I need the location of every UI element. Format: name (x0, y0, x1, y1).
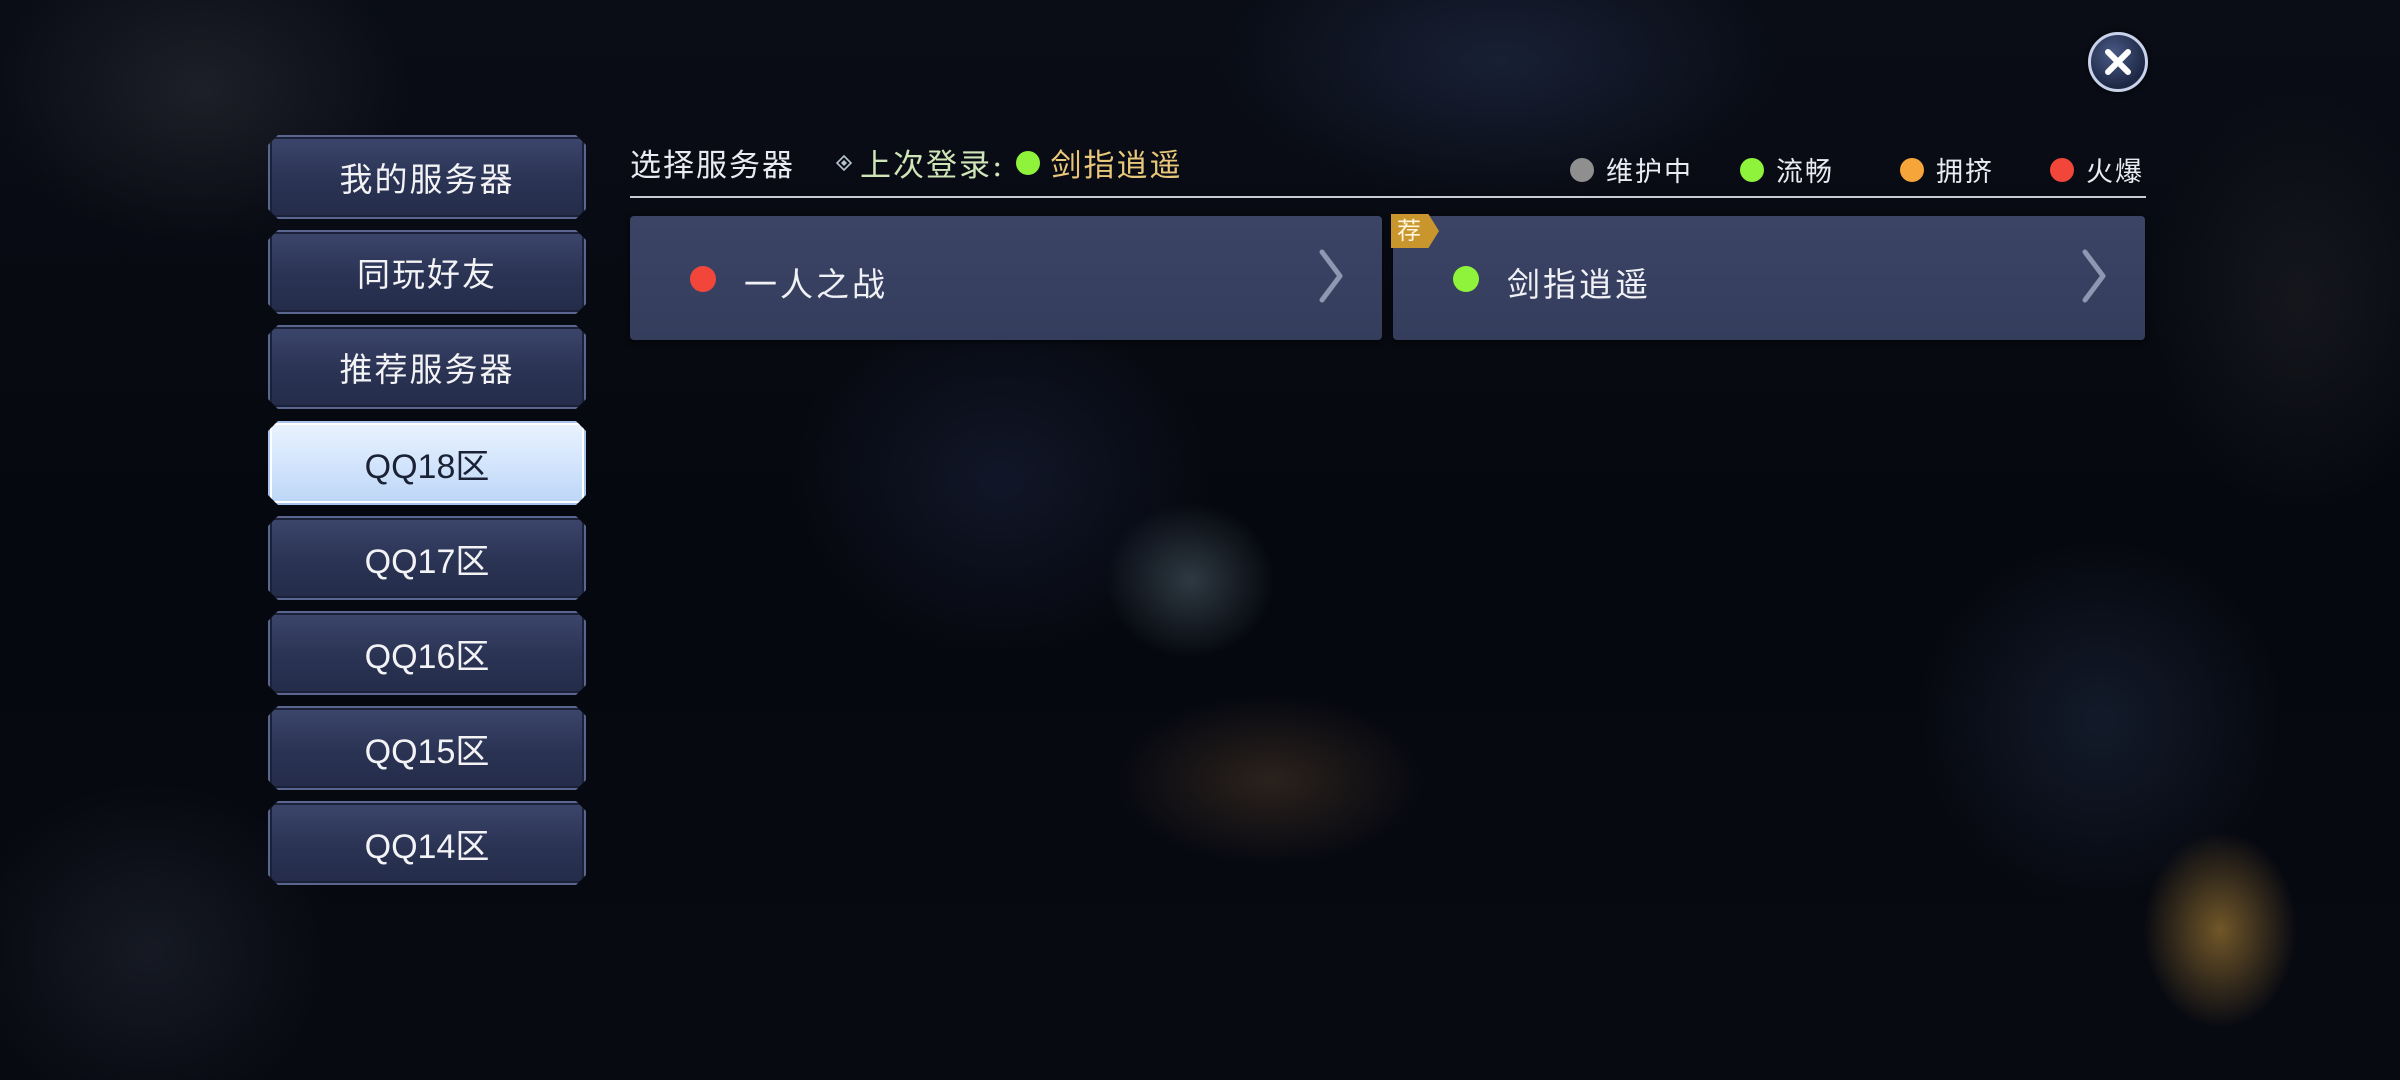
sidebar-item-label: 我的服务器 (339, 160, 515, 199)
sidebar-item-my-servers[interactable]: 我的服务器 (268, 135, 586, 219)
status-dot-icon (1453, 266, 1479, 292)
legend-label: 拥挤 (1936, 157, 1994, 188)
status-dot-icon (1900, 157, 1924, 182)
sidebar-item-qq15[interactable]: QQ15区 (268, 706, 586, 790)
legend-label: 火爆 (2086, 157, 2144, 188)
server-name: 一人之战 (744, 265, 888, 304)
chevron-right-icon (1319, 249, 1343, 303)
legend-item-smooth: 流畅 (1740, 150, 1834, 189)
sidebar-item-qq18[interactable]: QQ18区 (268, 421, 586, 505)
status-dot-icon (2050, 157, 2074, 182)
sidebar-item-label: QQ15区 (364, 732, 490, 771)
diamond-icon (836, 154, 852, 171)
sidebar-item-label: 推荐服务器 (339, 350, 515, 389)
sidebar-item-qq14[interactable]: QQ14区 (268, 801, 586, 885)
status-dot-icon (1016, 150, 1041, 175)
sidebar-item-friends[interactable]: 同玩好友 (268, 230, 586, 314)
chevron-right-icon (2082, 249, 2106, 303)
recommended-badge: 荐 (1391, 214, 1439, 248)
legend-label: 维护中 (1606, 157, 1693, 188)
server-card[interactable]: 一人之战 (630, 216, 1382, 340)
page-title: 选择服务器 (630, 148, 795, 184)
header-divider (630, 196, 2146, 198)
status-dot-icon (1740, 157, 1764, 182)
last-login-server[interactable]: 剑指逍遥 (1050, 140, 1182, 185)
sidebar-item-qq16[interactable]: QQ16区 (268, 611, 586, 695)
server-select-screen: 我的服务器 同玩好友 推荐服务器 QQ18区 QQ17区 QQ16区 QQ15区… (0, 0, 2400, 1080)
legend-item-crowded: 拥挤 (1900, 150, 1994, 189)
sidebar-item-qq17[interactable]: QQ17区 (268, 516, 586, 600)
last-login-label: 上次登录: (860, 148, 1005, 184)
legend-item-hot: 火爆 (2050, 150, 2144, 189)
sidebar-item-label: QQ16区 (364, 637, 490, 676)
status-dot-icon (1570, 157, 1594, 182)
close-icon (2105, 49, 2131, 75)
status-legend: 维护中 流畅 拥挤 火爆 (1570, 150, 2144, 190)
legend-label: 流畅 (1776, 157, 1834, 188)
last-login-info: 上次登录: 剑指逍遥 (836, 140, 1182, 185)
legend-item-maintenance: 维护中 (1570, 150, 1693, 189)
server-name: 剑指逍遥 (1507, 265, 1651, 304)
close-button[interactable] (2088, 32, 2148, 92)
sidebar-item-label: QQ14区 (364, 827, 490, 866)
sidebar-item-recommended[interactable]: 推荐服务器 (268, 325, 586, 409)
sidebar-item-label: QQ18区 (364, 447, 490, 486)
status-dot-icon (690, 266, 716, 292)
sidebar-item-label: 同玩好友 (357, 255, 497, 294)
sidebar-item-label: QQ17区 (364, 542, 490, 581)
server-card[interactable]: 荐 剑指逍遥 (1391, 214, 2145, 340)
